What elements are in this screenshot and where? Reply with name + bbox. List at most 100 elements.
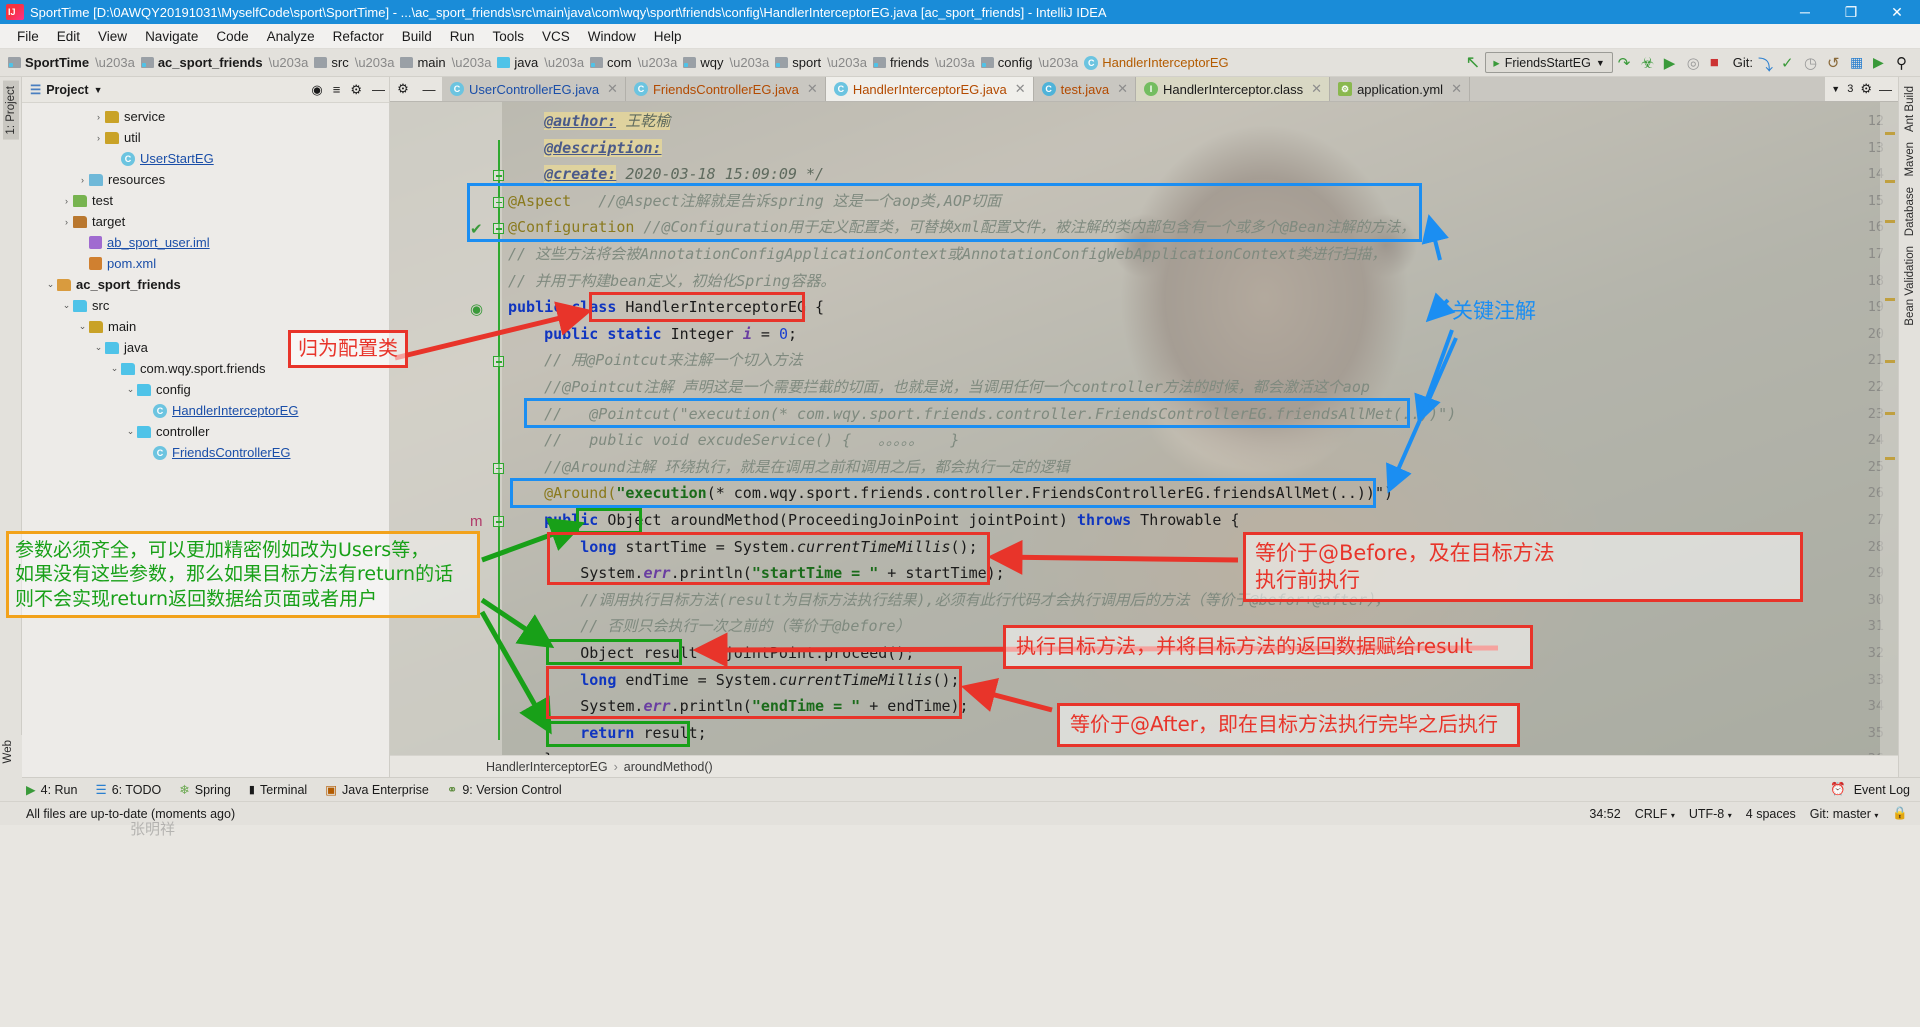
menu-item-run[interactable]: Run [441,26,484,47]
editor-right-gutter-markers[interactable] [1880,102,1898,755]
code-line[interactable]: @author: 王乾榆 [508,112,671,130]
expand-arrow-icon[interactable]: › [60,196,73,206]
toolbar-actions[interactable]: ↖ ▸ FriendsStartEG ▼ ↷ ☣ ▶ ◎ ■ Git: ⤵ ✓ … [1465,52,1920,74]
menu-item-analyze[interactable]: Analyze [258,26,324,47]
stop-icon[interactable]: ■ [1710,54,1728,72]
debug-icon[interactable]: ☣ [1641,54,1659,72]
close-icon[interactable]: ✕ [1451,81,1462,97]
locate-icon[interactable]: ◉ [311,82,322,98]
back-arrow-icon[interactable]: ↖ [1465,52,1480,73]
status-bar[interactable]: All files are up-to-date (moments ago) 3… [0,801,1920,825]
menu-item-help[interactable]: Help [645,26,691,47]
right-tool-rail[interactable]: Ant Build Maven Database Bean Validation [1898,77,1920,777]
gear-icon[interactable]: ⚙ [1860,81,1872,97]
code-fold-toggle[interactable] [493,170,504,182]
spring-bean-gutter-icon[interactable]: ✔ [470,220,483,238]
gutter-marker[interactable] [1885,412,1895,415]
gear-icon[interactable]: ⚙ [350,82,362,98]
code-line[interactable]: // @Pointcut("execution(* com.wqy.sport.… [508,406,1456,422]
code-line[interactable]: long startTime = System.currentTimeMilli… [508,539,977,555]
tool-window-todo[interactable]: ☰ 6: TODO [95,782,161,798]
expand-arrow-icon[interactable]: ⌄ [92,342,105,353]
profile-icon[interactable]: ◎ [1687,54,1705,72]
sidebar-item-maven[interactable]: Maven [1902,137,1918,182]
code-line[interactable]: // 这些方法将会被AnnotationConfigApplicationCon… [508,247,1386,262]
code-line[interactable]: @Aspect //@Aspect注解就是告诉spring 这是一个aop类,A… [508,193,1001,209]
file-encoding[interactable]: UTF-8 [1689,807,1724,821]
menu-item-view[interactable]: View [89,26,136,47]
menu-item-navigate[interactable]: Navigate [136,26,207,47]
tool-window-java-enterprise[interactable]: ▣ Java Enterprise [325,782,429,798]
close-button[interactable]: ✕ [1874,0,1920,24]
chevron-down-icon[interactable]: ▼ [94,85,103,95]
editor-breadcrumb[interactable]: HandlerInterceptorEG › aroundMethod() [390,755,1898,777]
expand-arrow-icon[interactable]: › [92,133,105,143]
gutter-marker[interactable] [1885,360,1895,363]
editor-tab-test[interactable]: C test.java ✕ [1033,77,1136,101]
code-line[interactable]: } [508,752,553,755]
menu-item-tools[interactable]: Tools [484,26,534,47]
breadcrumb-friends[interactable]: friends [871,55,931,70]
editor-tab-overflow[interactable]: ▼ 3 ⚙ — [1825,77,1898,101]
code-line[interactable]: public Object aroundMethod(ProceedingJoi… [508,513,1239,528]
window-controls[interactable]: ─ ❐ ✕ [1782,0,1920,24]
menu-item-vcs[interactable]: VCS [533,26,579,47]
expand-arrow-icon[interactable]: › [60,217,73,227]
hide-icon[interactable]: — [1879,82,1892,97]
menu-item-refactor[interactable]: Refactor [324,26,393,47]
breadcrumb-wqy[interactable]: wqy [681,55,725,70]
gutter-marker[interactable] [1885,298,1895,301]
tree-node-test[interactable]: › test [22,190,389,211]
editor-tab-usercontrollereg[interactable]: C UserControllerEG.java ✕ [442,77,626,101]
chevron-down-icon[interactable]: ▼ [1831,84,1840,94]
branch-group[interactable]: Git: master ▾ [1810,807,1879,821]
sidebar-item-project[interactable]: 1: Project [2,81,19,140]
breadcrumb-com[interactable]: com [588,55,634,70]
structure-icon[interactable]: ▦ [1850,54,1868,72]
code-line[interactable]: long endTime = System.currentTimeMillis(… [508,672,959,688]
breadcrumb-class[interactable]: C HandlerInterceptorEG [1082,55,1230,70]
breadcrumb-class-label[interactable]: HandlerInterceptorEG [486,760,608,774]
breadcrumb-sport[interactable]: sport [773,55,823,70]
breadcrumb-project[interactable]: SportTime [6,55,91,70]
sidebar-item-database[interactable]: Database [1902,182,1918,241]
project-tree[interactable]: › service › util C UserStartEG › resources › test… [22,103,389,777]
git-branch[interactable]: Git: master [1810,807,1871,821]
tree-node-resources[interactable]: › resources [22,169,389,190]
run-with-coverage-icon[interactable]: ▶ [1664,54,1682,72]
tree-node-friendscontrollereg[interactable]: C FriendsControllerEG [22,442,389,463]
menu-bar[interactable]: File Edit View Navigate Code Analyze Ref… [0,24,1920,49]
line-separator[interactable]: CRLF [1635,807,1668,821]
menu-item-build[interactable]: Build [393,26,441,47]
close-icon[interactable]: ✕ [807,81,818,97]
code-fold-toggle[interactable] [493,356,504,368]
tool-window-bar[interactable]: ▶ 4: Run ☰ 6: TODO ❄ Spring ▮ Terminal ▣… [0,777,1920,801]
editor-gutter[interactable] [390,102,502,755]
tree-node-userstarteg[interactable]: C UserStartEG [22,148,389,169]
hide-icon[interactable]: — [372,82,385,97]
close-icon[interactable]: ✕ [607,81,618,97]
code-line[interactable]: //@Around注解 环绕执行，就是在调用之前和调用之后，都会执行一定的逻辑 [508,459,1069,475]
code-line[interactable]: //@Pointcut注解 声明这是一个需要拦截的切面，也就是说，当调用任何一个… [508,380,1370,395]
collapse-all-icon[interactable]: ≡ [333,82,341,97]
gutter-marker[interactable] [1885,220,1895,223]
sidebar-item-ant-build[interactable]: Ant Build [1902,81,1918,137]
expand-arrow-icon[interactable]: ⌄ [108,363,121,374]
code-line[interactable]: public class HandlerInterceptorEG { [508,300,824,315]
menu-item-file[interactable]: File [8,26,48,47]
sidebar-item-bean-validation[interactable]: Bean Validation [1902,241,1918,331]
code-line[interactable]: // public void excudeService() { 。。。。。 } [508,433,959,448]
editor-settings-gear-icon[interactable]: ⚙ [390,77,416,101]
expand-arrow-icon[interactable]: › [76,175,89,185]
editor-tab-application-yml[interactable]: ⚙ application.yml ✕ [1330,77,1470,101]
line-separator-group[interactable]: CRLF ▾ [1635,807,1675,821]
code-line[interactable]: Object result = jointPoint.proceed(); [508,646,914,661]
tree-node-ac-sport-friends[interactable]: ⌄ ac_sport_friends [22,274,389,295]
code-line[interactable]: // 并用于构建bean定义，初始化Spring容器。 [508,273,835,289]
code-line[interactable]: System.err.println("endTime = " + endTim… [508,699,968,714]
expand-arrow-icon[interactable]: › [92,112,105,122]
code-line[interactable]: System.err.println("startTime = " + star… [508,566,1004,581]
tool-window-terminal[interactable]: ▮ Terminal [249,783,307,797]
close-icon[interactable]: ✕ [1117,81,1128,97]
tool-window-version-control[interactable]: ⚭ 9: Version Control [447,782,562,798]
